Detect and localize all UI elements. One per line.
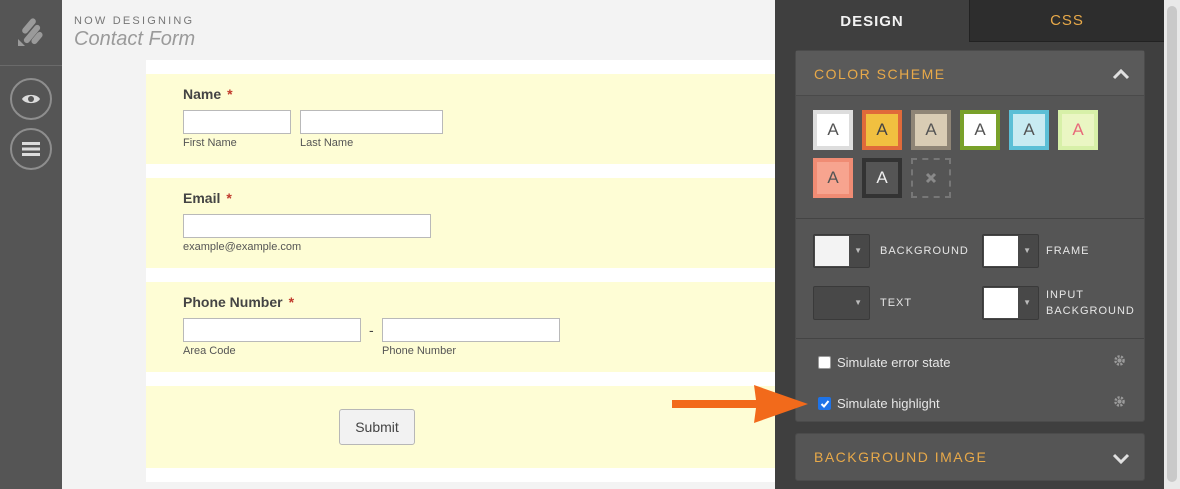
x-icon: [925, 172, 937, 184]
logo-icon: [18, 17, 43, 46]
input-background-color-picker[interactable]: ▼: [982, 286, 1039, 320]
phone-field[interactable]: Phone Number * - Area Code Phone Number: [146, 282, 776, 372]
text-color-swatch: [815, 288, 849, 318]
gear-icon[interactable]: [1113, 395, 1126, 408]
color-scheme-swatch[interactable]: A: [960, 110, 1000, 150]
first-name-sublabel: First Name: [183, 137, 237, 149]
scrollbar[interactable]: [1164, 0, 1180, 489]
email-label: Email *: [183, 190, 232, 206]
scrollbar-thumb[interactable]: [1167, 6, 1177, 482]
simulate-error-checkbox[interactable]: [818, 356, 831, 369]
input-background-label: INPUT BACKGROUND: [1046, 289, 1135, 317]
form-title[interactable]: Contact Form: [74, 28, 195, 51]
color-scheme-swatch[interactable]: A: [813, 158, 853, 198]
simulate-highlight-checkbox[interactable]: [818, 397, 831, 410]
jotform-logo[interactable]: [0, 0, 62, 66]
color-scheme-swatch[interactable]: A: [813, 110, 853, 150]
submit-button[interactable]: Submit: [339, 409, 415, 445]
email-sublabel: example@example.com: [183, 241, 302, 253]
color-scheme-swatch[interactable]: A: [862, 110, 902, 150]
gear-icon[interactable]: [1113, 354, 1126, 367]
left-rail: [0, 0, 62, 489]
frame-color-picker[interactable]: ▼: [982, 234, 1039, 268]
email-field[interactable]: Email * example@example.com: [146, 178, 776, 268]
area-code-input[interactable]: [183, 318, 361, 342]
eye-icon: [22, 94, 40, 104]
tab-css[interactable]: CSS: [969, 0, 1164, 42]
dropdown-arrow-icon: ▼: [1023, 298, 1031, 307]
chevron-up-icon: [1112, 68, 1130, 80]
simulate-highlight-label: Simulate highlight: [837, 396, 940, 411]
dropdown-arrow-icon: ▼: [854, 298, 862, 307]
menu-button[interactable]: [10, 128, 52, 170]
text-color-picker[interactable]: ▼: [813, 286, 870, 320]
now-designing-label: NOW DESIGNING: [74, 15, 195, 27]
text-label: TEXT: [880, 297, 913, 309]
hamburger-icon: [22, 142, 40, 156]
background-image-section[interactable]: BACKGROUND IMAGE: [795, 433, 1145, 481]
color-scheme-title: COLOR SCHEME: [814, 66, 946, 82]
first-name-input[interactable]: [183, 110, 291, 134]
dropdown-arrow-icon: ▼: [1023, 246, 1031, 255]
input-background-color-swatch: [984, 288, 1018, 318]
background-color-picker[interactable]: ▼: [813, 234, 870, 268]
remove-scheme-swatch[interactable]: [911, 158, 951, 198]
tab-design[interactable]: DESIGN: [775, 0, 969, 42]
phone-number-sublabel: Phone Number: [382, 345, 456, 357]
color-scheme-swatch[interactable]: A: [1009, 110, 1049, 150]
divider: [796, 338, 1144, 339]
name-label: Name *: [183, 86, 233, 102]
check-icon: [820, 399, 829, 408]
phone-dash: -: [369, 322, 374, 338]
simulate-highlight-row[interactable]: Simulate highlight: [818, 396, 940, 411]
dropdown-arrow-icon: ▼: [854, 246, 862, 255]
form-designer: NOW DESIGNING Contact Form Name * First N…: [0, 0, 1180, 489]
simulate-error-label: Simulate error state: [837, 355, 951, 370]
color-scheme-header[interactable]: COLOR SCHEME: [796, 51, 1144, 96]
area-code-sublabel: Area Code: [183, 345, 236, 357]
frame-label: FRAME: [1046, 245, 1090, 257]
orange-arrow-icon: [672, 385, 808, 423]
name-field[interactable]: Name * First Name Last Name: [146, 74, 776, 164]
chevron-down-icon: [1112, 453, 1130, 465]
color-scheme-swatch[interactable]: A: [911, 110, 951, 150]
background-image-title: BACKGROUND IMAGE: [814, 449, 988, 465]
simulate-error-row[interactable]: Simulate error state: [818, 355, 950, 370]
email-input[interactable]: [183, 214, 431, 238]
designer-panel: DESIGN CSS COLOR SCHEME AAAAAAAA ▼ BACKG…: [775, 0, 1164, 489]
last-name-sublabel: Last Name: [300, 137, 354, 149]
preview-button[interactable]: [10, 78, 52, 120]
phone-label: Phone Number *: [183, 294, 295, 310]
divider: [796, 218, 1144, 219]
background-label: BACKGROUND: [880, 245, 969, 257]
frame-color-swatch: [984, 236, 1018, 266]
color-scheme-swatch[interactable]: A: [1058, 110, 1098, 150]
color-scheme-section: COLOR SCHEME AAAAAAAA ▼ BACKGROUND ▼ FRA…: [795, 50, 1145, 422]
background-color-swatch: [815, 236, 849, 266]
color-scheme-swatch[interactable]: A: [862, 158, 902, 198]
phone-number-input[interactable]: [382, 318, 560, 342]
panel-tabs: DESIGN CSS: [775, 0, 1164, 42]
last-name-input[interactable]: [300, 110, 443, 134]
